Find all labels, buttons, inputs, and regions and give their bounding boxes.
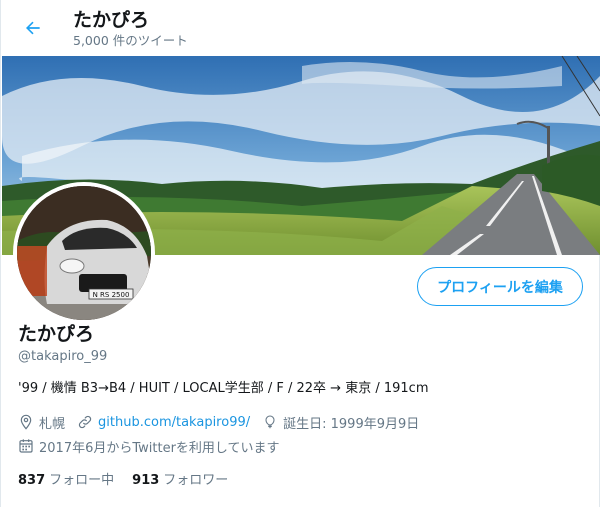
following-label: フォロー中 (49, 473, 115, 488)
profile-meta: 札幌 github.com/takapiro99/ 誕生日: 1999年9月9日 (18, 412, 431, 432)
following-count: 837 (18, 473, 46, 488)
website-link[interactable]: github.com/takapiro99/ (98, 415, 250, 430)
birthday-item: 誕生日: 1999年9月9日 (262, 413, 419, 432)
location-text: 札幌 (39, 416, 66, 432)
tweet-count: 5,000 件のツイート (73, 33, 188, 48)
back-arrow-icon (26, 21, 40, 35)
location-item: 札幌 (18, 413, 65, 432)
profile-bio: '99 / 機情 B3→B4 / HUIT / LOCAL学生部 / F / 2… (18, 381, 429, 396)
location-pin-icon (20, 414, 32, 430)
header-title: たかぴろ (73, 9, 150, 31)
follow-stats: 837 フォロー中 913 フォロワー (18, 469, 246, 488)
back-button[interactable] (19, 14, 47, 42)
license-plate-text: N RS 2500 (93, 291, 130, 299)
link-icon (78, 415, 92, 429)
followers-count: 913 (132, 473, 160, 488)
profile-name: たかぴろ (18, 323, 95, 345)
profile-avatar[interactable]: N RS 2500 (13, 182, 155, 324)
following-link[interactable]: 837 フォロー中 (18, 469, 114, 488)
website-item: github.com/takapiro99/ (77, 414, 250, 430)
profile-page: たかぴろ 5,000 件のツイート N RS 2500 プロフィールを編集 たか… (0, 0, 600, 507)
balloon-icon (265, 415, 275, 429)
followers-label: フォロワー (163, 473, 229, 488)
profile-header-bar: たかぴろ 5,000 件のツイート (1, 0, 600, 56)
calendar-icon (19, 439, 33, 453)
birthday-text: 誕生日: 1999年9月9日 (283, 416, 420, 432)
joined-text: 2017年6月からTwitterを利用しています (39, 440, 280, 456)
profile-join-date: 2017年6月からTwitterを利用しています (18, 436, 292, 456)
edit-profile-button[interactable]: プロフィールを編集 (417, 267, 583, 306)
joined-item: 2017年6月からTwitterを利用しています (18, 437, 280, 456)
followers-link[interactable]: 913 フォロワー (132, 469, 228, 488)
profile-handle: @takapiro_99 (18, 349, 108, 364)
